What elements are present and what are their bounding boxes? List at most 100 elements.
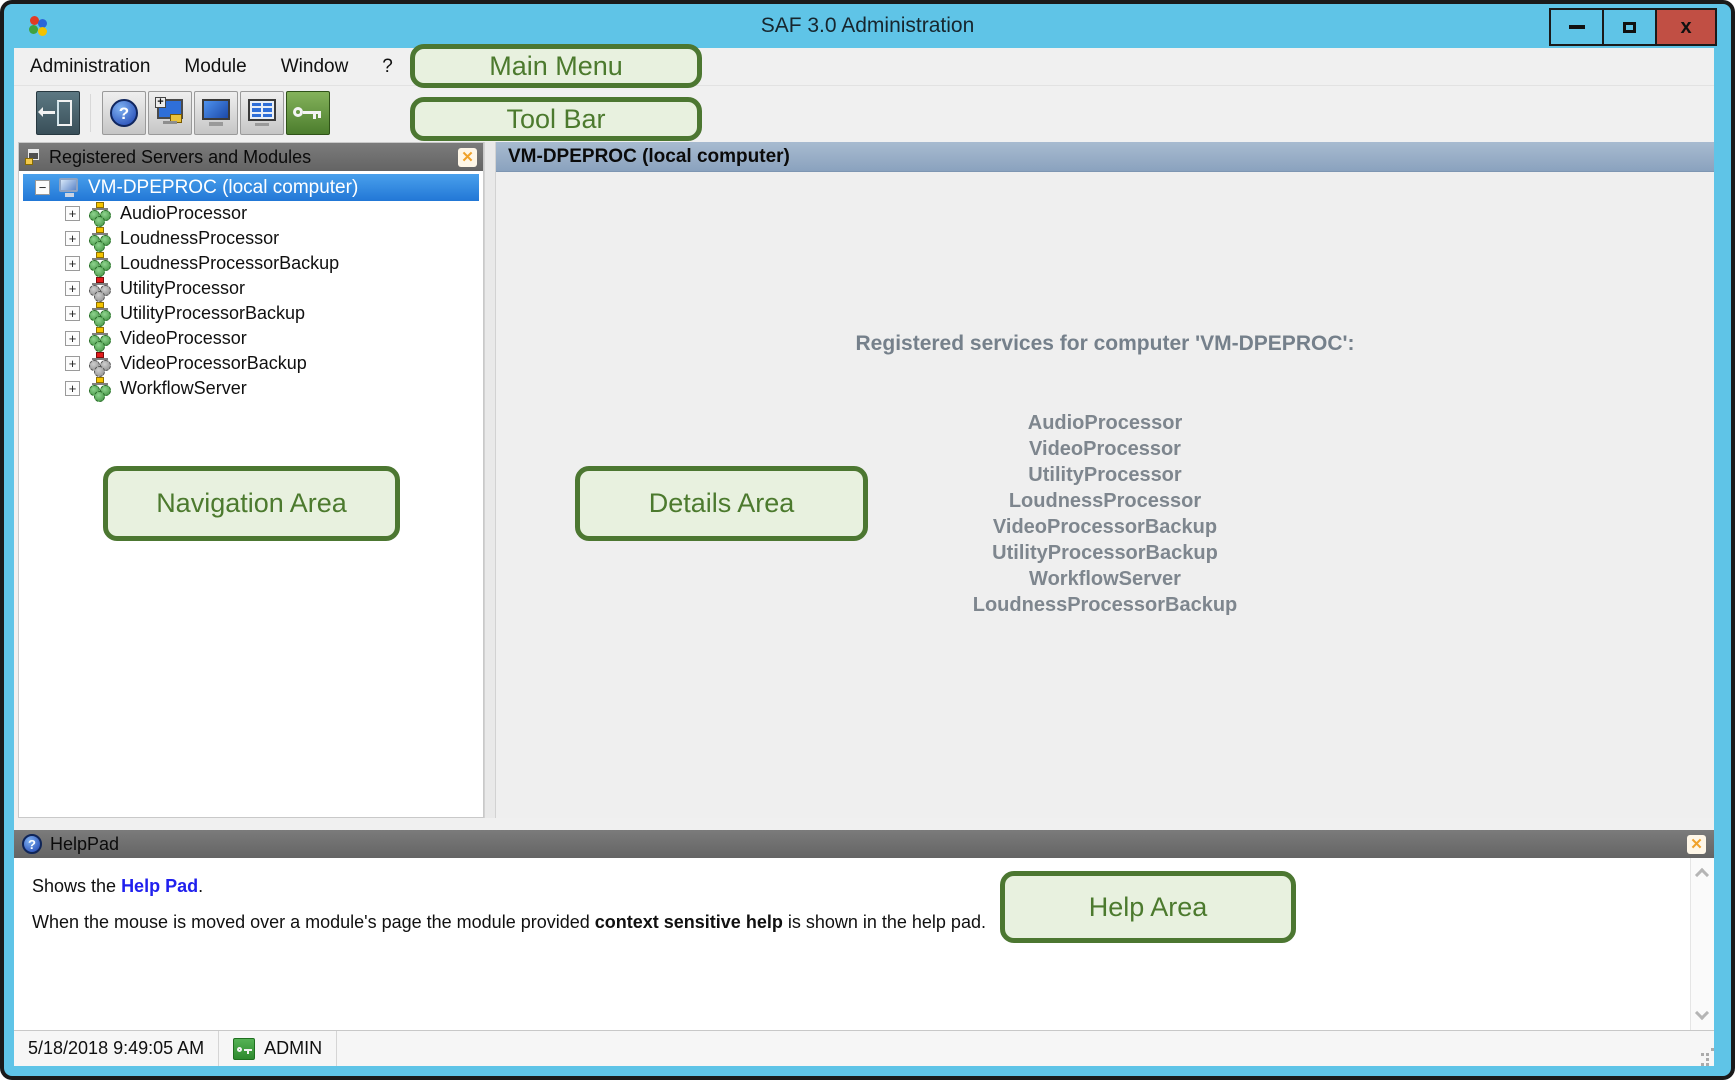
- exit-door-icon: [57, 100, 72, 126]
- panel-splitter[interactable]: [484, 142, 496, 818]
- panel-window-icon: [25, 149, 42, 165]
- expand-icon[interactable]: [65, 281, 80, 296]
- admin-key-icon: [233, 1038, 255, 1060]
- exit-button[interactable]: [36, 91, 80, 135]
- help-text: Shows the Help Pad. When the mouse is mo…: [32, 876, 1664, 948]
- menu-item-window[interactable]: Window: [281, 56, 349, 78]
- expand-icon[interactable]: [65, 231, 80, 246]
- tree-panel-header: Registered Servers and Modules ✕: [19, 143, 483, 171]
- main-menu-bar: Administration Module Window?: [14, 48, 1714, 86]
- help-pad-link[interactable]: Help Pad: [121, 876, 198, 896]
- resize-grip[interactable]: [1696, 1048, 1710, 1062]
- service-name: VideoProcessor: [496, 436, 1714, 462]
- maximize-icon: [1623, 22, 1636, 33]
- tree-item-label: VideoProcessor: [120, 328, 247, 349]
- tree-item-LoudnessProcessor[interactable]: LoudnessProcessor: [19, 226, 483, 251]
- module-gears-icon-error: [88, 277, 112, 301]
- window-controls: x: [1551, 8, 1717, 46]
- client-area: Administration Module Window? ? +: [14, 48, 1714, 1066]
- tree-item-UtilityProcessorBackup[interactable]: UtilityProcessorBackup: [19, 301, 483, 326]
- collapse-expander-icon[interactable]: [35, 180, 50, 195]
- module-gears-icon-ok: [88, 377, 112, 401]
- tree-root-label: VM-DPEPROC (local computer): [88, 177, 358, 199]
- expand-icon[interactable]: [65, 256, 80, 271]
- tree-item-root-server[interactable]: VM-DPEPROC (local computer): [23, 174, 479, 201]
- status-empty: [337, 1031, 1714, 1066]
- service-name: WorkflowServer: [496, 566, 1714, 592]
- panels-grid-icon: [248, 99, 276, 121]
- details-header: VM-DPEPROC (local computer): [496, 142, 1714, 172]
- annotation-help-area: Help Area: [1000, 871, 1296, 943]
- close-button[interactable]: x: [1655, 8, 1717, 46]
- expand-icon[interactable]: [65, 331, 80, 346]
- computer-icon: [57, 178, 81, 198]
- module-gears-icon-ok: [88, 202, 112, 226]
- registered-services-heading: Registered services for computer 'VM-DPE…: [496, 332, 1714, 356]
- tree-item-AudioProcessor[interactable]: AudioProcessor: [19, 201, 483, 226]
- tree-children: AudioProcessor LoudnessProcessor LoudnessP…: [19, 201, 483, 401]
- login-key-button[interactable]: [286, 91, 330, 135]
- title-bar[interactable]: SAF 3.0 Administration x: [4, 4, 1731, 48]
- scroll-up-icon[interactable]: [1695, 868, 1709, 882]
- help-button[interactable]: ?: [102, 91, 146, 135]
- tree-item-label: LoudnessProcessor: [120, 228, 279, 249]
- expand-icon[interactable]: [65, 306, 80, 321]
- help-icon: ?: [110, 99, 138, 127]
- help-line-2: When the mouse is moved over a module's …: [32, 912, 1664, 933]
- expand-icon[interactable]: [65, 381, 80, 396]
- plus-icon: +: [155, 97, 166, 108]
- monitor-base: [163, 121, 177, 124]
- screenshot-frame: SAF 3.0 Administration x Administration M…: [0, 0, 1735, 1080]
- status-user: ADMIN: [219, 1031, 337, 1066]
- close-icon: x: [1680, 17, 1691, 37]
- annotation-tool-bar: Tool Bar: [410, 97, 702, 141]
- status-datetime: 5/18/2018 9:49:05 AM: [14, 1031, 219, 1066]
- menu-item--[interactable]: ?: [382, 56, 393, 78]
- menu-item-administration[interactable]: Administration: [30, 56, 150, 78]
- module-gears-icon-ok: [88, 227, 112, 251]
- panel-layout-button[interactable]: [240, 91, 284, 135]
- tree-item-LoudnessProcessorBackup[interactable]: LoudnessProcessorBackup: [19, 251, 483, 276]
- tree-item-label: LoudnessProcessorBackup: [120, 253, 339, 274]
- status-bar: 5/18/2018 9:49:05 AM ADMIN: [14, 1030, 1714, 1066]
- expand-icon[interactable]: [65, 356, 80, 371]
- helppad-title: HelpPad: [50, 834, 1679, 855]
- screen-view-button[interactable]: [194, 91, 238, 135]
- scroll-down-icon[interactable]: [1695, 1006, 1709, 1020]
- server-tree: VM-DPEPROC (local computer) AudioProcess…: [19, 174, 483, 401]
- tree-item-label: AudioProcessor: [120, 203, 247, 224]
- tree-item-VideoProcessorBackup[interactable]: VideoProcessorBackup: [19, 351, 483, 376]
- tree-item-label: UtilityProcessor: [120, 278, 245, 299]
- service-name: UtilityProcessorBackup: [496, 540, 1714, 566]
- service-name: LoudnessProcessorBackup: [496, 592, 1714, 618]
- tree-panel-close-icon[interactable]: ✕: [458, 148, 477, 167]
- monitor-base: [255, 123, 269, 126]
- help-area: Shows the Help Pad. When the mouse is mo…: [14, 858, 1714, 1030]
- help-scrollbar[interactable]: [1690, 858, 1714, 1030]
- module-gears-icon-ok: [88, 252, 112, 276]
- module-gears-icon-ok: [88, 302, 112, 326]
- expand-icon[interactable]: [65, 206, 80, 221]
- minimize-button[interactable]: [1549, 8, 1604, 46]
- key-icon: [293, 107, 323, 119]
- annotation-navigation-area: Navigation Area: [103, 466, 400, 541]
- tree-panel-title: Registered Servers and Modules: [49, 147, 451, 168]
- help-line-1: Shows the Help Pad.: [32, 876, 1664, 897]
- tool-bar: ? +: [14, 86, 1714, 142]
- tree-item-WorkflowServer[interactable]: WorkflowServer: [19, 376, 483, 401]
- tree-item-VideoProcessor[interactable]: VideoProcessor: [19, 326, 483, 351]
- module-gears-icon-ok: [88, 327, 112, 351]
- helppad-close-icon[interactable]: ✕: [1687, 835, 1706, 854]
- maximize-button[interactable]: [1602, 8, 1657, 46]
- add-module-screen-button[interactable]: +: [148, 91, 192, 135]
- tree-item-UtilityProcessor[interactable]: UtilityProcessor: [19, 276, 483, 301]
- minimize-icon: [1569, 25, 1585, 29]
- tree-item-label: VideoProcessorBackup: [120, 353, 307, 374]
- tree-item-label: UtilityProcessorBackup: [120, 303, 305, 324]
- window-title: SAF 3.0 Administration: [4, 4, 1731, 48]
- monitor-base: [209, 122, 223, 126]
- toolbar-separator: [90, 94, 91, 132]
- status-user-label: ADMIN: [264, 1038, 322, 1059]
- menu-item-module[interactable]: Module: [184, 56, 246, 78]
- helppad-question-icon: ?: [22, 834, 42, 854]
